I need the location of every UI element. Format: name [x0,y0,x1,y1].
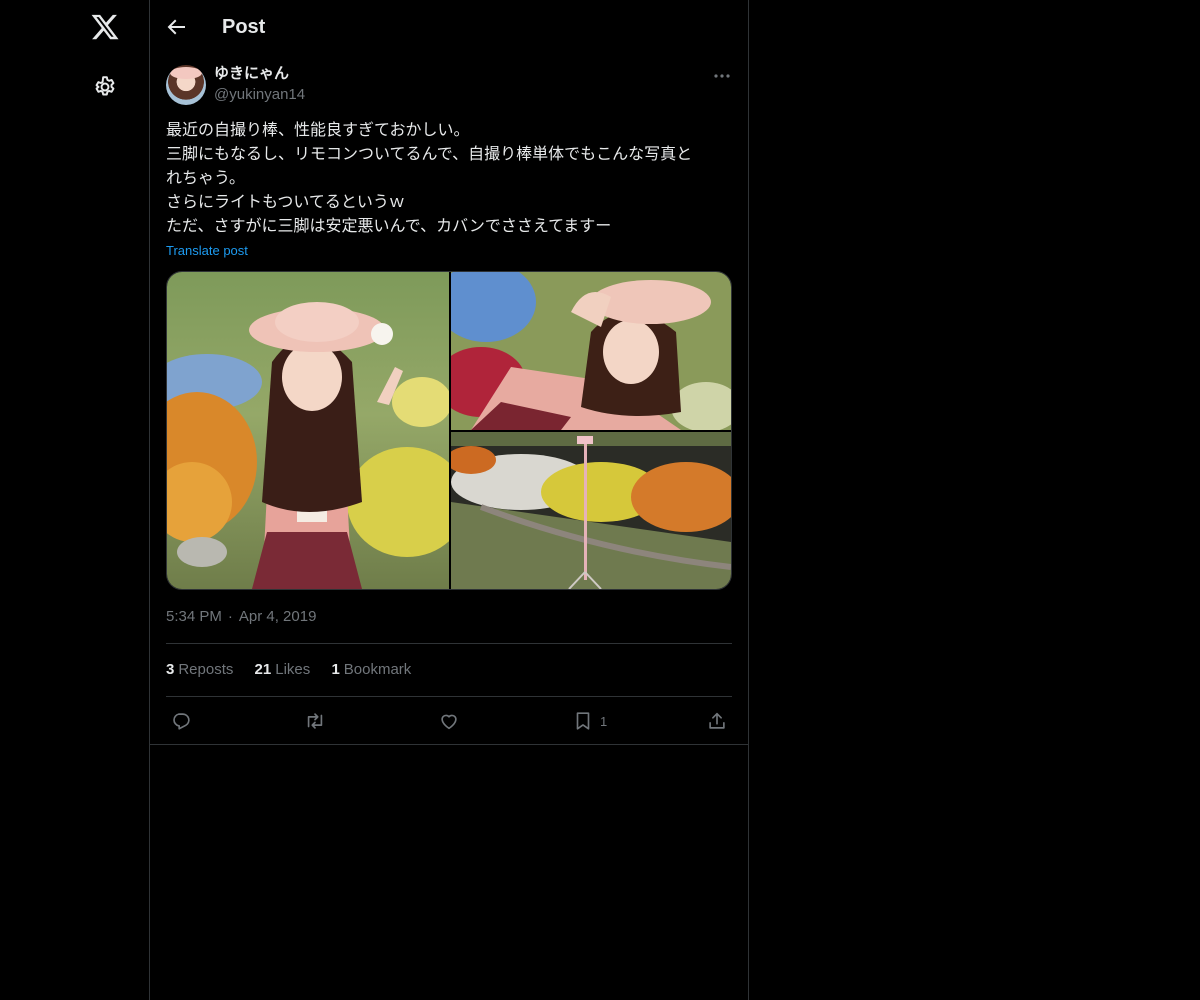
post-text-line: 最近の自撮り棒、性能良すぎておかしい。 [166,122,470,139]
bookmarks-stat[interactable]: 1 Bookmark [331,660,411,680]
likes-stat[interactable]: 21 Likes [255,660,311,680]
gear-icon[interactable] [92,74,118,100]
post-photo-2[interactable] [451,272,731,430]
reposts-stat[interactable]: 3 Reposts [166,660,233,680]
post-timestamp: 5:34 PM · Apr 4, 2019 [166,607,316,627]
reposts-label: Reposts [178,661,234,678]
more-options-button[interactable] [710,64,734,88]
repost-button[interactable] [304,709,326,733]
post-text-line: れちゃう。 [166,170,246,187]
page-header: Post [150,0,748,54]
divider [166,696,732,697]
avatar[interactable] [166,65,206,105]
share-button[interactable] [706,709,728,733]
likes-label: Likes [275,661,311,678]
author-display-name[interactable]: ゆきにゃん [214,64,289,84]
post-photo-1[interactable] [167,272,449,589]
bookmarks-count: 1 [331,661,340,678]
translate-post-link[interactable]: Translate post [166,242,248,260]
like-button[interactable] [438,709,460,733]
post-text-line: さらにライトもついてるというｗ [166,194,405,211]
likes-count: 21 [254,661,272,678]
post-time[interactable]: 5:34 PM [166,608,222,625]
divider [166,643,732,644]
page-title: Post [222,16,266,38]
reposts-count: 3 [166,661,175,678]
main-column: Post ゆきにゃん @yukinyan14 最近の自撮り棒、性能良すぎておかし… [150,0,749,1000]
bookmarks-label: Bookmark [343,661,412,678]
more-horizontal-icon [714,74,730,78]
avatar-hat-shape [170,67,202,79]
bookmark-count: 1 [600,713,608,729]
back-button[interactable] [164,15,188,39]
post-text-line: 三脚にもなるし、リモコンついてるんで、自撮り棒単体でもこんな写真と [166,146,693,163]
timestamp-separator: · [227,608,233,625]
post-stats: 3 Reposts 21 Likes 1 Bookmark [166,660,428,680]
reply-icon [173,713,190,730]
post-date[interactable]: Apr 4, 2019 [239,608,317,625]
post-text: 最近の自撮り棒、性能良すぎておかしい。 三脚にもなるし、リモコンついてるんで、自… [166,119,732,239]
x-logo-icon[interactable] [90,12,120,42]
arrow-left-icon [167,19,185,35]
bookmark-button[interactable]: 1 [572,709,607,733]
author-handle[interactable]: @yukinyan14 [214,85,305,105]
post-text-line: ただ、さすがに三脚は安定悪いんで、カバンでささえてますー [166,218,612,235]
bookmark-icon [576,712,590,730]
divider [150,744,748,745]
reply-button[interactable] [170,709,192,733]
heart-icon [441,714,457,730]
media-grid [166,271,732,590]
share-icon [709,712,725,729]
post-photo-3[interactable] [451,432,731,589]
repost-icon [307,713,323,729]
left-nav-rail [0,0,150,1000]
